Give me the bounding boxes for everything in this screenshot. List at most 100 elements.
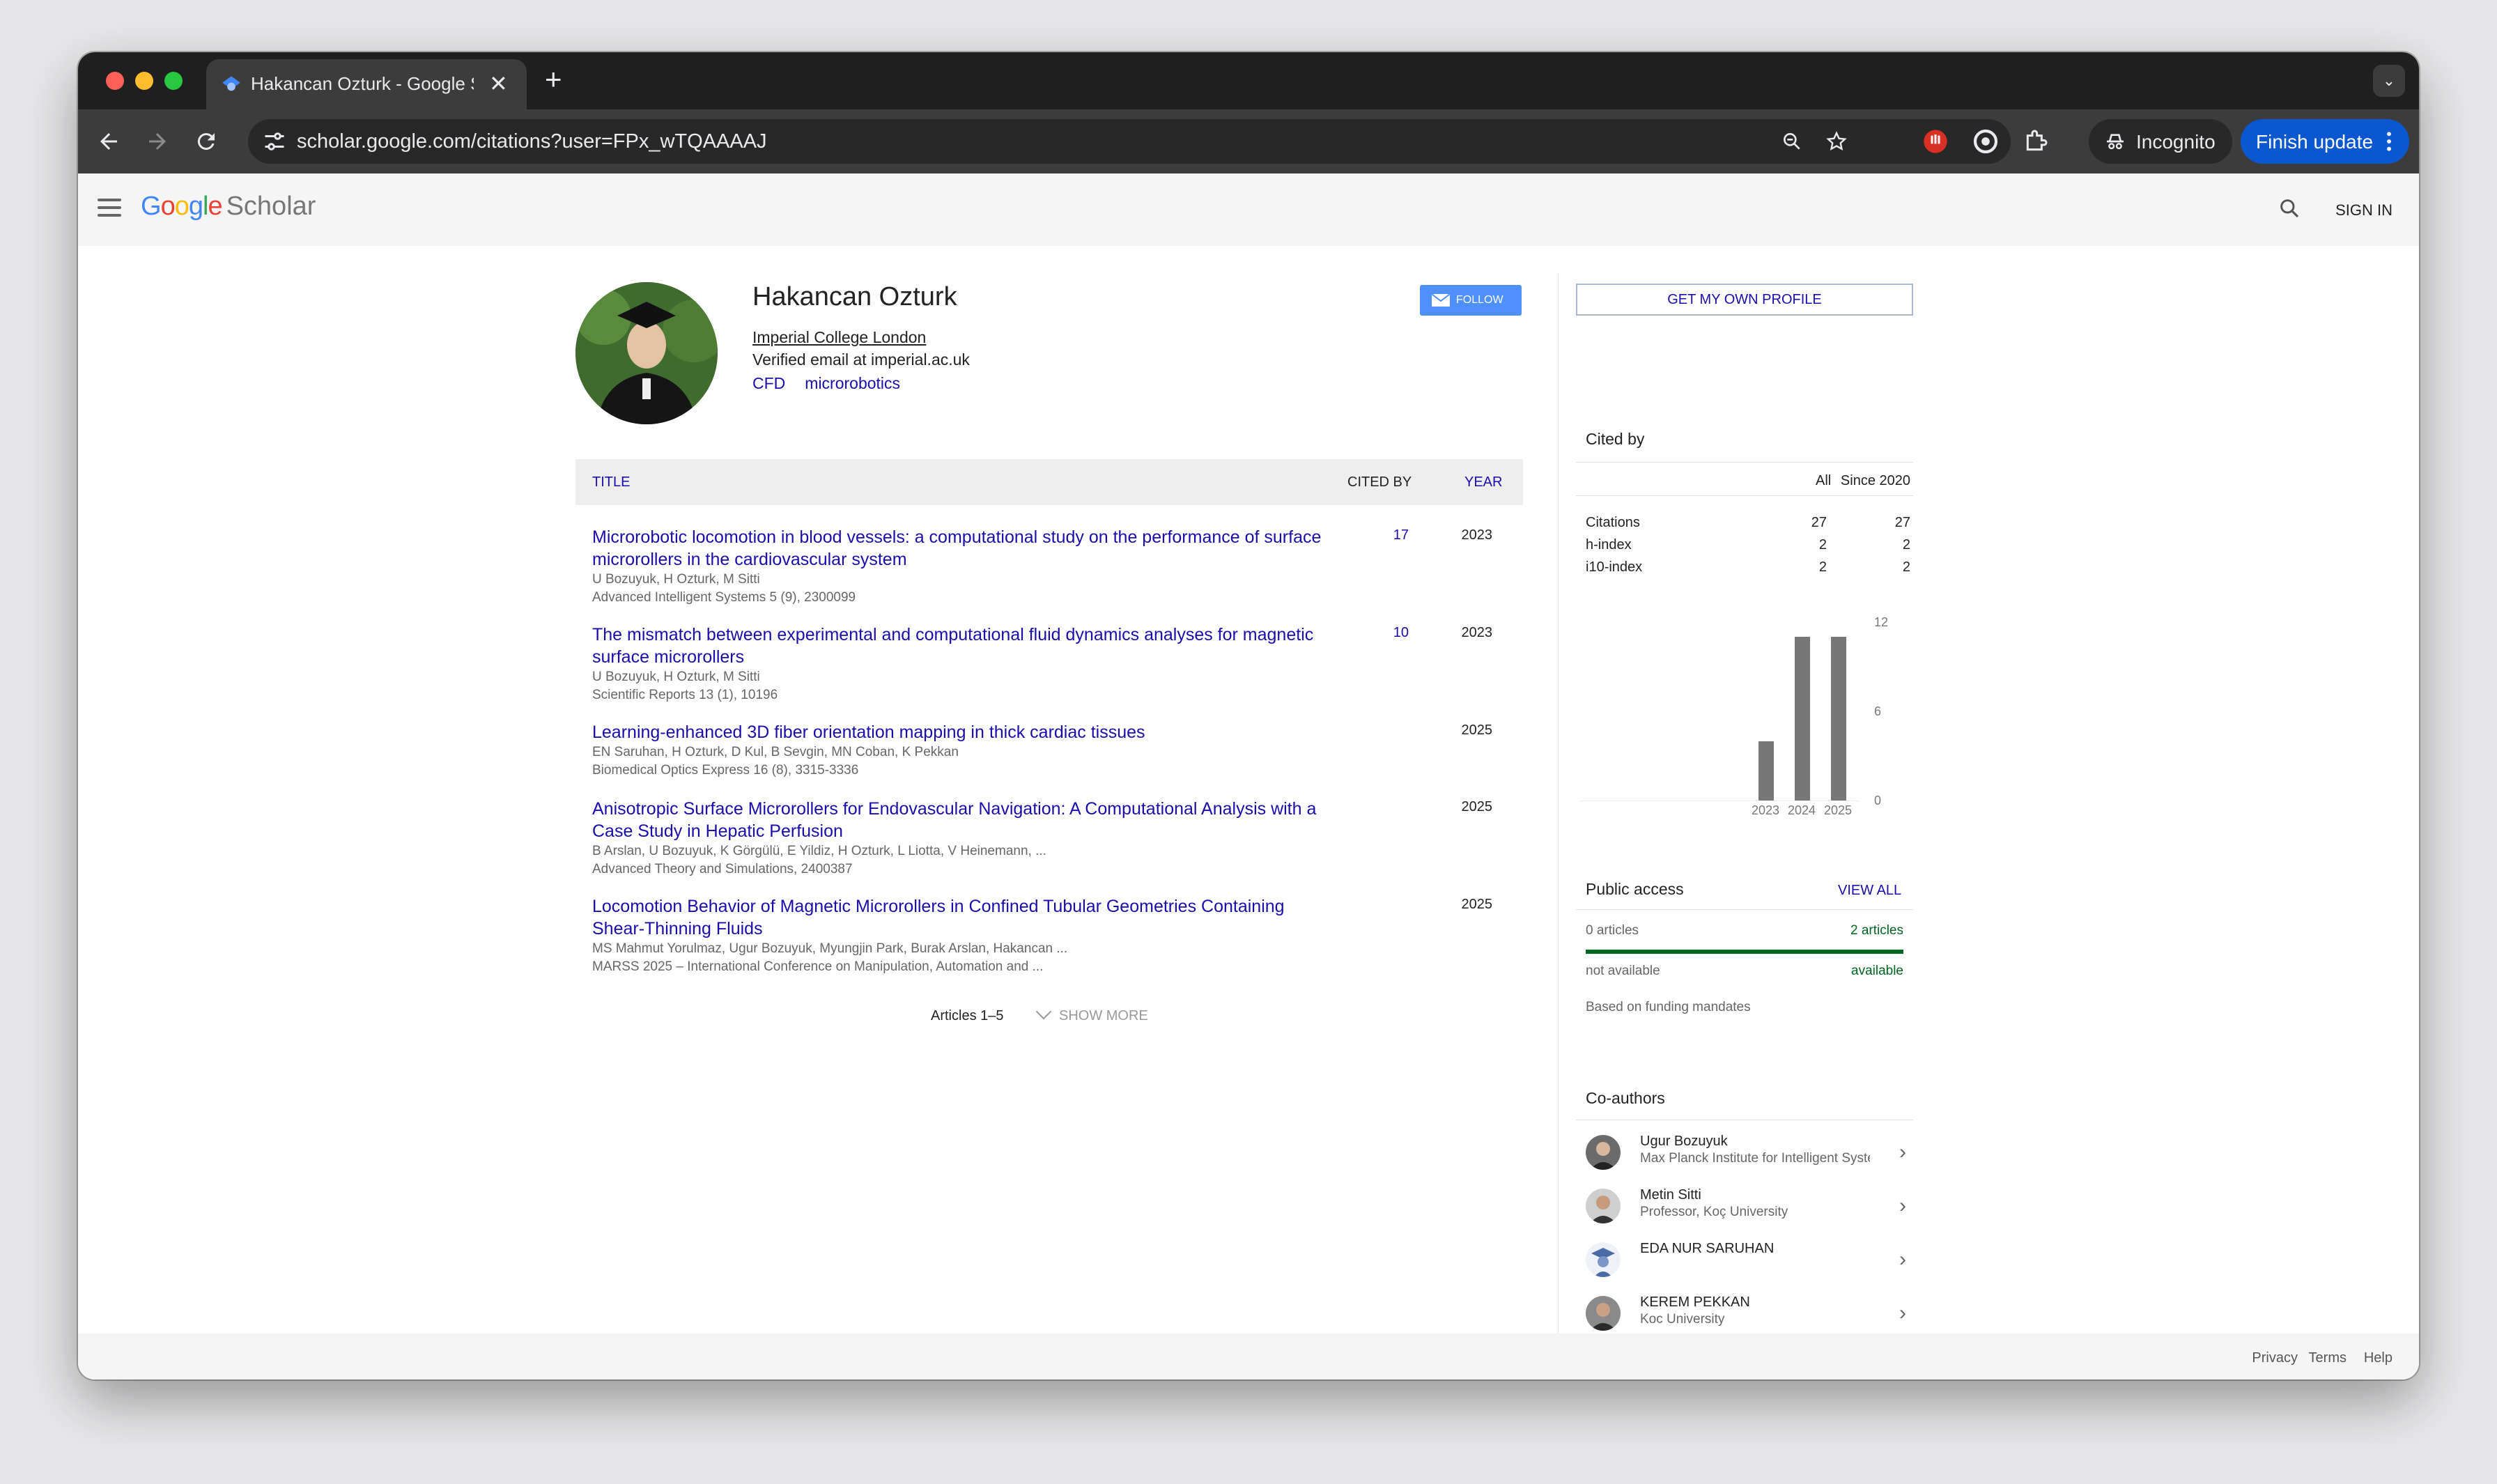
cited-by-count-link[interactable]: 10 <box>1374 625 1409 641</box>
not-available-count-link[interactable]: 0 articles <box>1586 923 1639 938</box>
back-icon[interactable] <box>96 129 121 154</box>
funding-mandates-note: Based on funding mandates <box>1586 1000 1751 1014</box>
search-icon[interactable] <box>2278 197 2301 219</box>
coauthor-affiliation: Max Planck Institute for Intelligent Sys… <box>1640 1151 1870 1166</box>
site-info-icon[interactable] <box>261 129 288 154</box>
column-divider <box>1558 274 1559 1347</box>
view-all-link[interactable]: VIEW ALL <box>1838 883 1901 899</box>
cited-by-title: Cited by <box>1586 430 1645 448</box>
close-window-button[interactable] <box>106 72 124 90</box>
finish-update-button[interactable]: Finish update <box>2241 119 2409 164</box>
coauthor-item[interactable]: EDA NUR SARUHAN › <box>1586 1237 1920 1281</box>
chart-bar-2023[interactable] <box>1758 741 1774 801</box>
article-title-link[interactable]: Microrobotic locomotion in blood vessels… <box>592 526 1331 571</box>
active-tab[interactable]: Hakancan Ozturk - Google Scholar ✕ <box>206 59 527 109</box>
col-since: Since 2020 <box>1840 473 1910 488</box>
coauthor-item[interactable]: KEREM PEKKAN Koc University › <box>1586 1290 1920 1335</box>
hamburger-menu-icon[interactable] <box>98 199 121 218</box>
article-venue: MARSS 2025 – International Conference on… <box>592 959 1044 974</box>
chevron-right-icon[interactable]: › <box>1899 1194 1906 1218</box>
get-my-own-profile-button[interactable]: GET MY OWN PROFILE <box>1576 284 1913 316</box>
article-title-link[interactable]: Learning-enhanced 3D fiber orientation m… <box>592 721 1331 743</box>
sort-by-year-link[interactable]: YEAR <box>1464 474 1502 490</box>
new-tab-button[interactable]: + <box>545 62 562 97</box>
chevron-right-icon[interactable]: › <box>1899 1248 1906 1272</box>
article-year: 2023 <box>1461 625 1493 640</box>
article-venue: Scientific Reports 13 (1), 10196 <box>592 688 778 702</box>
x-tick-label: 2024 <box>1788 803 1816 817</box>
coauthor-name[interactable]: KEREM PEKKAN <box>1640 1294 1750 1311</box>
citations-bar-chart: 12 6 0 2023 2024 2025 <box>1576 608 1913 817</box>
articles-table-header: TITLE CITED BY YEAR <box>575 459 1523 505</box>
kebab-menu-icon[interactable] <box>2384 130 2394 153</box>
coauthor-name[interactable]: EDA NUR SARUHAN <box>1640 1241 1774 1257</box>
interest-microrobotics-link[interactable]: microrobotics <box>805 374 900 392</box>
x-tick-label: 2025 <box>1824 803 1853 817</box>
article-title-link[interactable]: Locomotion Behavior of Magnetic Microrol… <box>592 895 1331 940</box>
co-authors-title: Co-authors <box>1586 1089 1665 1107</box>
extension-shield-icon[interactable] <box>1922 127 1949 155</box>
chart-bar-2025[interactable] <box>1831 637 1846 801</box>
metric-label-link[interactable]: h-index <box>1586 537 1632 553</box>
coauthor-item[interactable]: Ugur Bozuyuk Max Planck Institute for In… <box>1586 1129 1920 1174</box>
sign-in-link[interactable]: SIGN IN <box>2335 201 2392 219</box>
tab-search-icon[interactable]: ⌄ <box>2373 65 2405 97</box>
extensions-puzzle-icon[interactable] <box>2022 127 2050 155</box>
google-scholar-logo[interactable]: Google Scholar <box>141 192 316 222</box>
scholar-page: Google Scholar SIGN IN Hakancan Ozturk Im… <box>78 173 2419 1379</box>
terms-link[interactable]: Terms <box>2309 1350 2347 1366</box>
sort-by-cited-link[interactable]: CITED BY <box>1347 474 1412 490</box>
article-authors: EN Saruhan, H Ozturk, D Kul, B Sevgin, M… <box>592 745 959 759</box>
article-authors: U Bozuyuk, H Ozturk, M Sitti <box>592 572 760 587</box>
maximize-window-button[interactable] <box>164 72 183 90</box>
chart-bar-2024[interactable] <box>1795 637 1810 801</box>
metric-label-link[interactable]: Citations <box>1586 515 1640 531</box>
forward-icon[interactable] <box>145 129 170 154</box>
profile-name: Hakancan Ozturk <box>752 282 957 311</box>
show-more-button[interactable]: SHOW MORE <box>1035 1003 1148 1024</box>
metric-label-link[interactable]: i10-index <box>1586 559 1642 575</box>
incognito-indicator[interactable]: Incognito <box>2089 119 2232 164</box>
browser-window: Hakancan Ozturk - Google Scholar ✕ + ⌄ s… <box>78 52 2419 1379</box>
url-text[interactable]: scholar.google.com/citations?user=FPx_wT… <box>297 130 767 153</box>
coauthor-affiliation: Koc University <box>1640 1312 1725 1327</box>
article-year: 2023 <box>1461 527 1493 543</box>
divider <box>1576 495 1913 496</box>
show-more-label: SHOW MORE <box>1059 1008 1148 1023</box>
coauthor-name[interactable]: Ugur Bozuyuk <box>1640 1134 1728 1150</box>
research-interests: CFD microrobotics <box>752 374 920 393</box>
y-tick-label: 6 <box>1874 704 1882 718</box>
help-link[interactable]: Help <box>2364 1350 2392 1366</box>
follow-label: FOLLOW <box>1456 294 1503 306</box>
coauthor-avatar <box>1586 1189 1621 1223</box>
public-access-title: Public access <box>1586 880 1684 898</box>
profile-email: Verified email at imperial.ac.uk <box>752 350 970 369</box>
chevron-right-icon[interactable]: › <box>1899 1141 1906 1164</box>
interest-cfd-link[interactable]: CFD <box>752 374 785 392</box>
extension-grammar-icon[interactable] <box>1972 127 2000 155</box>
article-title-link[interactable]: The mismatch between experimental and co… <box>592 624 1331 668</box>
tab-close-icon[interactable]: ✕ <box>489 70 508 97</box>
profile-affiliation-link[interactable]: Imperial College London <box>752 328 926 347</box>
chevron-down-icon <box>1035 1003 1052 1020</box>
coauthor-name[interactable]: Metin Sitti <box>1640 1187 1701 1203</box>
coauthor-affiliation: Professor, Koç University <box>1640 1205 1788 1219</box>
sort-by-title-link[interactable]: TITLE <box>592 474 630 490</box>
cited-by-count-link[interactable]: 17 <box>1374 527 1409 543</box>
bookmark-star-icon[interactable] <box>1825 130 1848 153</box>
zoom-icon[interactable] <box>1781 130 1803 153</box>
reload-icon[interactable] <box>194 129 219 154</box>
address-bar[interactable]: scholar.google.com/citations?user=FPx_wT… <box>248 119 2011 164</box>
article-title-link[interactable]: Anisotropic Surface Microrollers for End… <box>592 798 1331 842</box>
minimize-window-button[interactable] <box>135 72 153 90</box>
privacy-link[interactable]: Privacy <box>2252 1350 2298 1366</box>
coauthor-item[interactable]: Metin Sitti Professor, Koç University › <box>1586 1183 1920 1228</box>
public-access-bar-track <box>1586 950 1903 954</box>
follow-button[interactable]: FOLLOW <box>1420 285 1522 316</box>
incognito-label: Incognito <box>2136 131 2216 153</box>
articles-range: Articles 1–5 <box>931 1008 1004 1023</box>
metric-all: 2 <box>1818 537 1827 552</box>
chevron-right-icon[interactable]: › <box>1899 1301 1906 1325</box>
coauthor-avatar <box>1586 1242 1621 1277</box>
available-count-link[interactable]: 2 articles <box>1806 923 1903 938</box>
